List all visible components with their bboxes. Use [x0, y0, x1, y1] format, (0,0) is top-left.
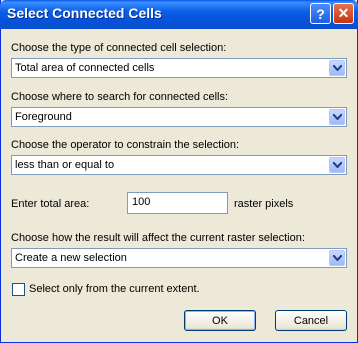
select-connected-cells-dialog: Select Connected Cells ? ✕ Choose the ty…: [0, 0, 358, 343]
total-area-label: Enter total area:: [11, 198, 90, 210]
result-label: Choose how the result will affect the cu…: [11, 232, 305, 244]
connection-type-label: Choose the type of connected cell select…: [11, 42, 227, 54]
connection-type-dropdown[interactable]: Total area of connected cells: [11, 58, 347, 78]
result-dropdown[interactable]: Create a new selection: [11, 248, 347, 268]
title-bar[interactable]: Select Connected Cells ? ✕: [0, 0, 358, 29]
cancel-button[interactable]: Cancel: [275, 310, 347, 331]
chevron-down-icon[interactable]: [329, 250, 345, 266]
operator-dropdown[interactable]: less than or equal to: [11, 155, 347, 175]
result-value: Create a new selection: [15, 252, 127, 264]
close-button[interactable]: ✕: [333, 3, 354, 24]
current-extent-checkbox[interactable]: [12, 283, 25, 296]
search-location-label: Choose where to search for connected cel…: [11, 91, 229, 103]
chevron-down-icon[interactable]: [329, 109, 345, 125]
help-icon: ?: [316, 5, 325, 22]
operator-label: Choose the operator to constrain the sel…: [11, 139, 240, 151]
current-extent-label: Select only from the current extent.: [29, 283, 200, 295]
dialog-title: Select Connected Cells: [7, 5, 162, 21]
search-location-value: Foreground: [15, 111, 72, 123]
area-unit-label: raster pixels: [234, 198, 294, 210]
chevron-down-icon[interactable]: [329, 157, 345, 173]
operator-value: less than or equal to: [15, 159, 115, 171]
help-button[interactable]: ?: [310, 3, 331, 24]
close-icon: ✕: [337, 5, 350, 21]
connection-type-value: Total area of connected cells: [15, 62, 155, 74]
search-location-dropdown[interactable]: Foreground: [11, 107, 347, 127]
ok-button[interactable]: OK: [184, 310, 256, 331]
chevron-down-icon[interactable]: [329, 60, 345, 76]
total-area-input[interactable]: 100: [127, 192, 228, 214]
